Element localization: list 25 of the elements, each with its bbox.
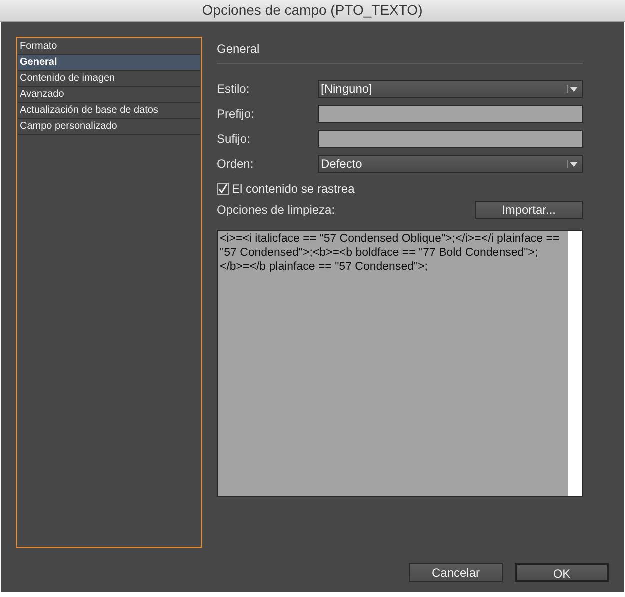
category-item[interactable]: Contenido de imagen [18,71,200,87]
category-item[interactable]: Avanzado [18,87,200,103]
ok-button[interactable]: OK [515,563,609,582]
checkbox-label: El contenido se rastrea [232,181,355,198]
dropdown[interactable]: [Ninguno] [318,80,583,98]
field-label: Prefijo: [217,106,256,123]
text-field[interactable] [318,130,583,148]
caret-icon [567,160,579,168]
window-title: Opciones de campo (PTO_TEXTO) [202,1,423,20]
caret-icon [567,85,579,93]
cleanup-label: Opciones de limpieza: [217,202,336,219]
field-label: Estilo: [217,81,251,98]
cancel-button[interactable]: Cancelar [409,563,503,582]
category-item[interactable]: General [18,55,200,71]
category-item[interactable]: Campo personalizado [18,119,200,135]
section-title: General [217,42,260,56]
text-field[interactable] [318,105,583,123]
checkmark-icon [218,184,228,194]
checkbox[interactable] [217,183,229,195]
category-item[interactable]: Actualización de base de datos [18,103,200,119]
import-button[interactable]: Importar... [475,201,583,219]
cleanup-text-area[interactable]: <i>=<i italicface == "57 Condensed Oblique">;</i>=</i plainface == "57 Condensed">;<b>=<b boldface == "77 Bold Condensed">;</b>=</b plainface == "57 Condensed">; [218,231,568,496]
field-label: Sufijo: [217,131,252,148]
dropdown[interactable]: Defecto [318,155,583,173]
field-label: Orden: [217,156,255,173]
